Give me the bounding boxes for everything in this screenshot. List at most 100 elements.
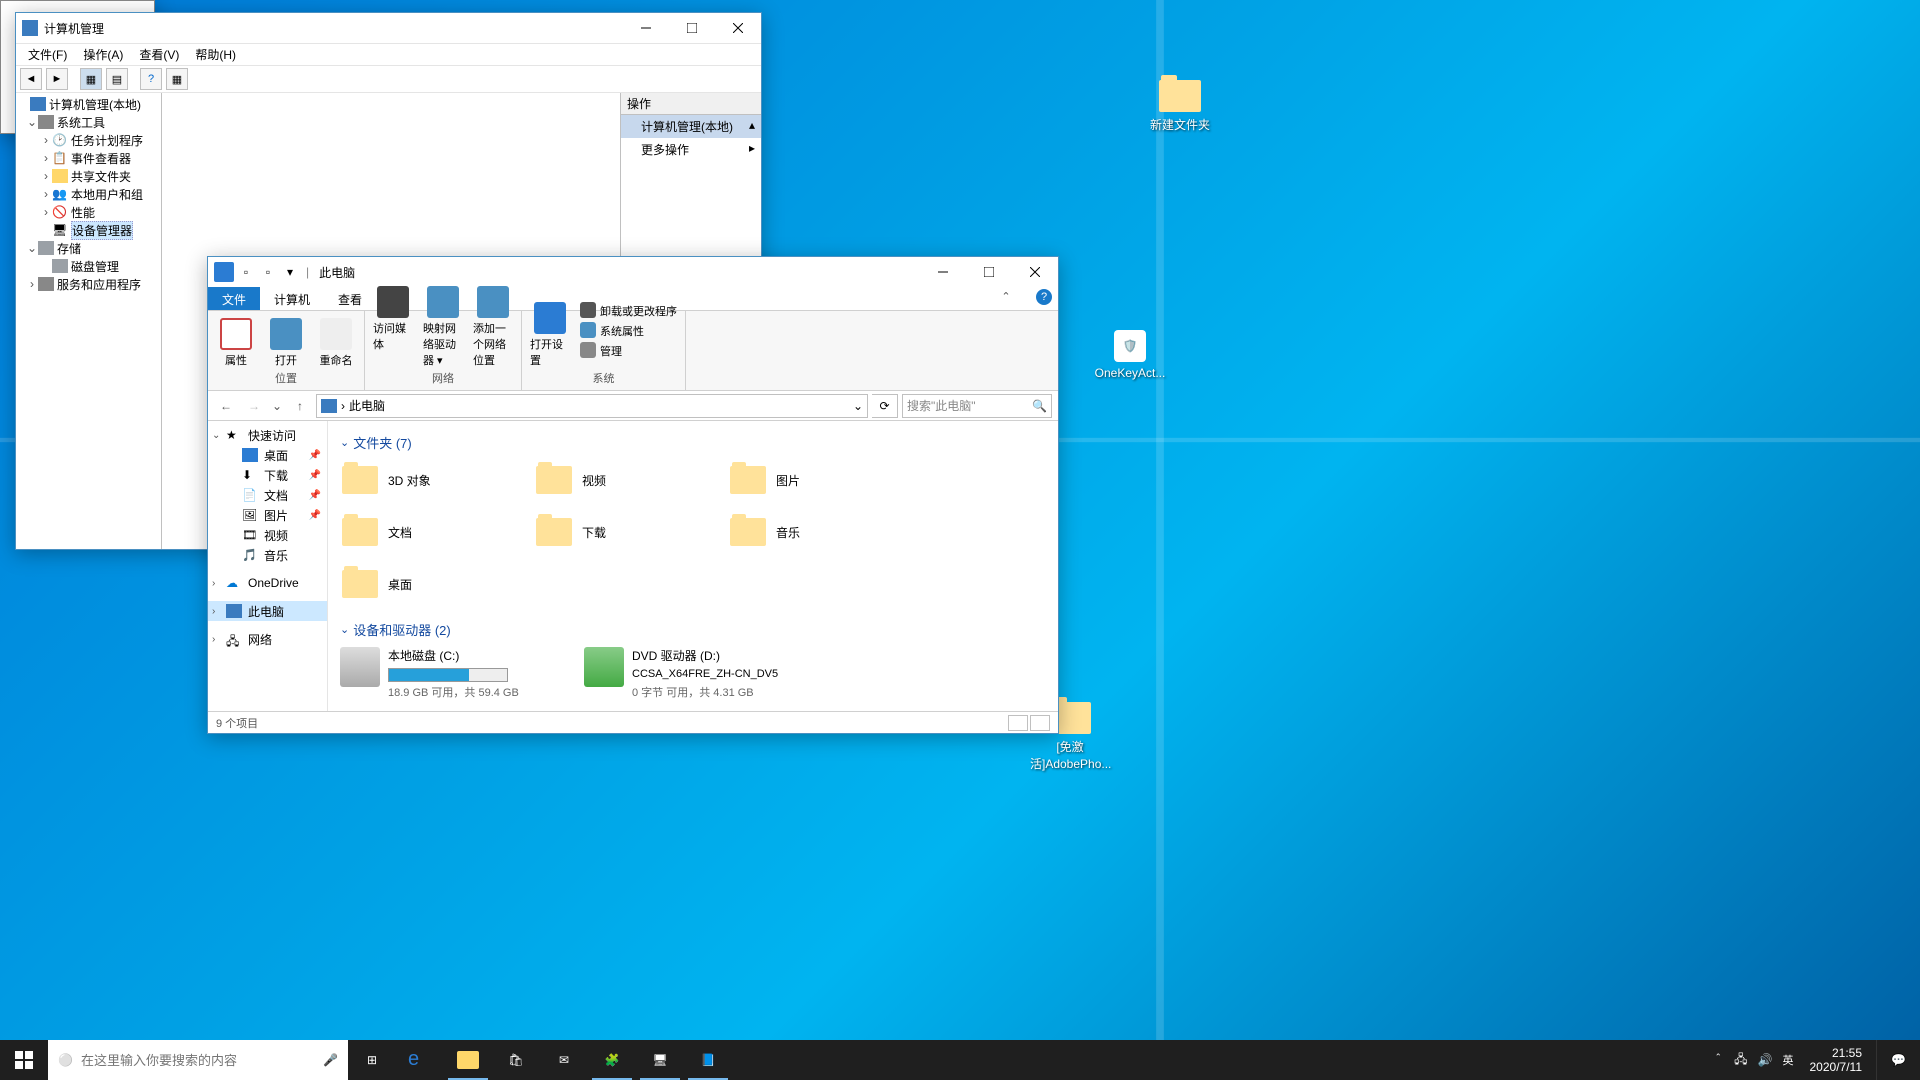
qat-button[interactable]: ▫ <box>258 262 278 282</box>
ribbon-open[interactable]: 打开 <box>266 318 306 368</box>
address-dropdown-icon[interactable]: ⌄ <box>853 399 863 413</box>
tray-network-icon[interactable]: 🖧 <box>1734 1050 1747 1071</box>
refresh-button[interactable]: ⟳ <box>872 394 898 418</box>
address-box[interactable]: › 此电脑 ⌄ <box>316 394 868 418</box>
tree-device-manager[interactable]: 🖥设备管理器 <box>18 221 159 239</box>
desktop-icon-onekey[interactable]: 🛡️ OneKeyAct... <box>1090 330 1170 380</box>
close-button[interactable] <box>1012 257 1058 287</box>
tree-event-viewer[interactable]: ›📋事件查看器 <box>18 149 159 167</box>
folder-videos[interactable]: 视频 <box>534 460 724 500</box>
taskbar-mail[interactable]: ✉ <box>540 1040 588 1080</box>
ribbon-manage[interactable]: 管理 <box>580 342 622 360</box>
taskbar-app2[interactable]: 🖥 <box>636 1040 684 1080</box>
ribbon-sysprops[interactable]: 系统属性 <box>580 322 644 340</box>
menu-action[interactable]: 操作(A) <box>75 44 131 65</box>
ribbon-uninstall[interactable]: 卸载或更改程序 <box>580 302 677 320</box>
qat-button[interactable]: ▫ <box>236 262 256 282</box>
group-devices[interactable]: 设备和驱动器 (2) <box>340 620 1046 639</box>
tray-ime[interactable]: 英 <box>1783 1052 1794 1068</box>
folder-pictures[interactable]: 图片 <box>728 460 918 500</box>
search-icon[interactable]: 🔍 <box>1032 399 1047 413</box>
ribbon-collapse-icon[interactable]: ⌃ <box>998 289 1014 305</box>
titlebar[interactable]: 计算机管理 <box>16 13 761 43</box>
folder-music[interactable]: 音乐 <box>728 512 918 552</box>
tree-root[interactable]: 计算机管理(本地) <box>18 95 159 113</box>
actions-item[interactable]: 计算机管理(本地)▴ <box>621 115 761 138</box>
minimize-button[interactable] <box>623 13 669 43</box>
nav-quick-access[interactable]: ⌄★快速访问 <box>208 425 327 445</box>
close-button[interactable] <box>715 13 761 43</box>
qat-dropdown[interactable]: ▾ <box>280 262 300 282</box>
ribbon-open-settings[interactable]: 打开设置 <box>530 302 570 368</box>
action-center-button[interactable]: 💬 <box>1876 1040 1920 1080</box>
maximize-button[interactable] <box>966 257 1012 287</box>
ribbon-add-network[interactable]: 添加一个网络位置 <box>473 286 513 368</box>
breadcrumb[interactable]: 此电脑 <box>349 397 385 414</box>
ribbon-map-drive[interactable]: 映射网络驱动器 ▾ <box>423 286 463 368</box>
nav-onedrive[interactable]: ›☁OneDrive <box>208 573 327 593</box>
nav-music[interactable]: 🎵音乐 <box>208 545 327 565</box>
menu-view[interactable]: 查看(V) <box>131 44 187 65</box>
tree-performance[interactable]: ›🚫性能 <box>18 203 159 221</box>
back-button[interactable]: ← <box>214 394 238 418</box>
search-input[interactable] <box>81 1053 315 1068</box>
back-button[interactable]: ◄ <box>20 68 42 90</box>
toolbar-button[interactable]: ▤ <box>106 68 128 90</box>
folder-desktop[interactable]: 桌面 <box>340 564 530 604</box>
forward-button[interactable]: ► <box>46 68 68 90</box>
help-button[interactable]: ? <box>140 68 162 90</box>
folder-3d-objects[interactable]: 3D 对象 <box>340 460 530 500</box>
forward-button[interactable]: → <box>242 394 266 418</box>
tree-disk-mgmt[interactable]: 磁盘管理 <box>18 257 159 275</box>
view-tiles-button[interactable] <box>1030 715 1050 731</box>
nav-downloads[interactable]: ⬇下载📌 <box>208 465 327 485</box>
nav-this-pc[interactable]: ›此电脑 <box>208 601 327 621</box>
tree-system-tools[interactable]: ⌄系统工具 <box>18 113 159 131</box>
tree-storage[interactable]: ⌄存储 <box>18 239 159 257</box>
ribbon-access-media[interactable]: 访问媒体 <box>373 286 413 368</box>
desktop-icon-newfolder[interactable]: 新建文件夹 <box>1140 80 1220 133</box>
taskbar-edge[interactable]: e <box>396 1040 444 1080</box>
tree-task-scheduler[interactable]: ›🕑任务计划程序 <box>18 131 159 149</box>
titlebar[interactable]: ▫ ▫ ▾ | 此电脑 <box>208 257 1058 287</box>
up-button[interactable]: ↑ <box>288 394 312 418</box>
actions-more[interactable]: 更多操作▸ <box>621 138 761 161</box>
start-button[interactable] <box>0 1040 48 1080</box>
toolbar-button[interactable]: ▦ <box>166 68 188 90</box>
tab-computer[interactable]: 计算机 <box>260 287 324 310</box>
view-details-button[interactable] <box>1008 715 1028 731</box>
taskbar-app3[interactable]: 📘 <box>684 1040 732 1080</box>
menu-file[interactable]: 文件(F) <box>20 44 75 65</box>
help-icon[interactable]: ? <box>1036 289 1052 305</box>
maximize-button[interactable] <box>669 13 715 43</box>
recent-dropdown[interactable]: ⌄ <box>270 394 284 418</box>
search-box[interactable]: 搜索"此电脑" 🔍 <box>902 394 1052 418</box>
taskbar-app1[interactable]: 🧩 <box>588 1040 636 1080</box>
nav-desktop[interactable]: 桌面📌 <box>208 445 327 465</box>
nav-network[interactable]: ›🖧网络 <box>208 629 327 649</box>
taskbar-explorer[interactable] <box>444 1040 492 1080</box>
taskbar-store[interactable]: 🛍 <box>492 1040 540 1080</box>
tree-shared-folders[interactable]: ›共享文件夹 <box>18 167 159 185</box>
tray-clock[interactable]: 21:55 2020/7/11 <box>1804 1046 1869 1075</box>
minimize-button[interactable] <box>920 257 966 287</box>
nav-pictures[interactable]: 🖼图片📌 <box>208 505 327 525</box>
nav-documents[interactable]: 📄文档📌 <box>208 485 327 505</box>
nav-videos[interactable]: 🎞视频 <box>208 525 327 545</box>
menu-help[interactable]: 帮助(H) <box>187 44 244 65</box>
tab-file[interactable]: 文件 <box>208 287 260 310</box>
mic-icon[interactable]: 🎤 <box>323 1053 338 1067</box>
folder-downloads[interactable]: 下载 <box>534 512 724 552</box>
drive-c[interactable]: 本地磁盘 (C:) 18.9 GB 可用，共 59.4 GB <box>340 647 580 700</box>
drive-d[interactable]: DVD 驱动器 (D:) CCSA_X64FRE_ZH-CN_DV5 0 字节 … <box>584 647 824 700</box>
toolbar-button[interactable]: ▦ <box>80 68 102 90</box>
ribbon-rename[interactable]: 重命名 <box>316 318 356 368</box>
collapse-icon[interactable]: ▴ <box>749 118 755 132</box>
group-folders[interactable]: 文件夹 (7) <box>340 433 1046 452</box>
tab-view[interactable]: 查看 <box>324 287 376 310</box>
task-view-button[interactable]: ⊞ <box>348 1040 396 1080</box>
tree-services[interactable]: ›服务和应用程序 <box>18 275 159 293</box>
folder-documents[interactable]: 文档 <box>340 512 530 552</box>
ribbon-properties[interactable]: 属性 <box>216 318 256 368</box>
tray-chevron-icon[interactable]: ＾ <box>1712 1052 1724 1069</box>
